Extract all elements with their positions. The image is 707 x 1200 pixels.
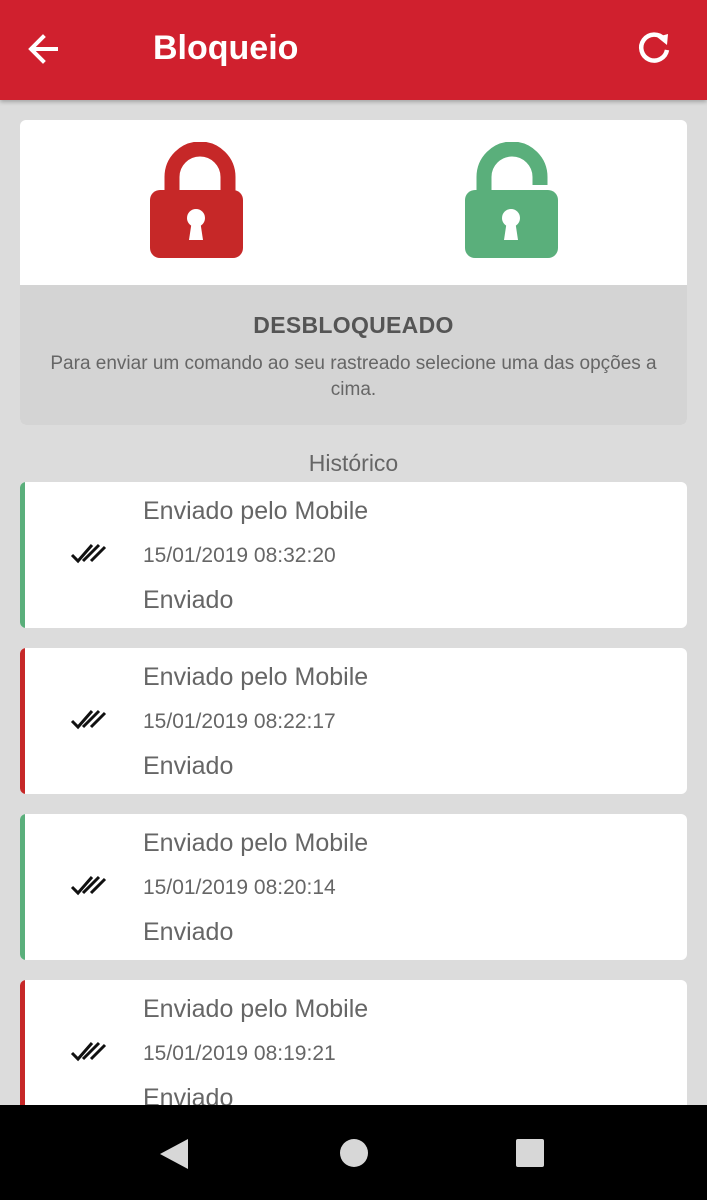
- lock-open-icon: [465, 141, 558, 258]
- history-status: Enviado: [143, 918, 234, 946]
- refresh-button[interactable]: [632, 26, 678, 72]
- app-bar: Bloqueio: [0, 0, 707, 100]
- double-check-icon: [70, 875, 107, 896]
- system-home-button[interactable]: [338, 1137, 370, 1169]
- history-item[interactable]: Enviado pelo Mobile 15/01/2019 08:20:14 …: [20, 814, 687, 960]
- history-source: Enviado pelo Mobile: [143, 497, 369, 525]
- system-back-button[interactable]: [158, 1137, 190, 1171]
- history-status: Enviado: [143, 586, 234, 614]
- history-item[interactable]: Enviado pelo Mobile 15/01/2019 08:32:20 …: [20, 482, 687, 628]
- system-recents-button[interactable]: [514, 1137, 546, 1169]
- history-datetime: 15/01/2019 08:19:21: [143, 1042, 336, 1065]
- lock-closed-icon: [150, 141, 243, 258]
- history-datetime: 15/01/2019 08:20:14: [143, 876, 336, 899]
- history-list: Enviado pelo Mobile 15/01/2019 08:32:20 …: [20, 482, 687, 1146]
- nav-home-circle-icon: [340, 1139, 368, 1167]
- system-nav-bar: [0, 1105, 707, 1200]
- history-source: Enviado pelo Mobile: [143, 995, 369, 1023]
- history-status: Enviado: [143, 752, 234, 780]
- double-check-icon: [70, 1041, 107, 1062]
- history-title: Histórico: [308, 450, 399, 476]
- refresh-icon: [638, 32, 670, 63]
- back-button[interactable]: [22, 28, 68, 70]
- status-title: DESBLOQUEADO: [253, 312, 454, 338]
- lock-control-card: DESBLOQUEADO Para enviar um comando ao s…: [20, 120, 687, 425]
- nav-recents-square-icon: [516, 1139, 544, 1167]
- history-datetime: 15/01/2019 08:22:17: [143, 710, 336, 733]
- status-accent-bar: [20, 482, 25, 628]
- status-description: Para enviar um comando ao seu rastreado …: [50, 353, 657, 400]
- status-accent-bar: [20, 648, 25, 794]
- page-title: Bloqueio: [153, 29, 299, 67]
- history-datetime: 15/01/2019 08:32:20: [143, 544, 336, 567]
- status-panel: DESBLOQUEADO Para enviar um comando ao s…: [20, 285, 687, 425]
- unlock-button[interactable]: [457, 141, 567, 260]
- history-item[interactable]: Enviado pelo Mobile 15/01/2019 08:22:17 …: [20, 648, 687, 794]
- double-check-icon: [70, 543, 107, 564]
- double-check-icon: [70, 709, 107, 730]
- nav-back-triangle-icon: [160, 1139, 188, 1169]
- lock-button[interactable]: [145, 141, 255, 260]
- history-source: Enviado pelo Mobile: [143, 829, 369, 857]
- status-accent-bar: [20, 814, 25, 960]
- history-source: Enviado pelo Mobile: [143, 663, 369, 691]
- arrow-left-icon: [28, 34, 58, 64]
